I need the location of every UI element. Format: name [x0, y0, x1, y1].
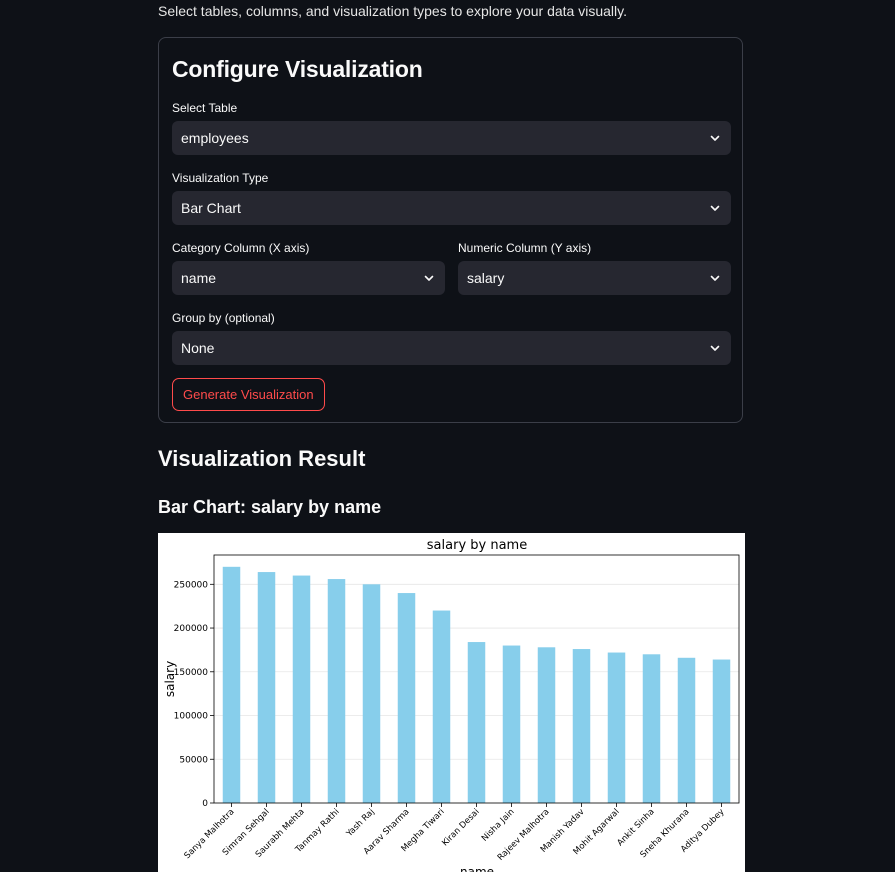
bar	[642, 654, 661, 803]
y-tick-label: 200000	[174, 624, 209, 634]
bar	[222, 566, 241, 803]
bar	[397, 593, 416, 803]
group-by-label: Group by (optional)	[172, 311, 275, 325]
numeric-column-value: salary	[467, 270, 505, 286]
bar	[292, 575, 311, 803]
category-column-dropdown[interactable]: name	[172, 261, 445, 295]
configure-visualization-card: Configure Visualization Select Table emp…	[158, 37, 743, 423]
bar	[432, 610, 451, 803]
category-column-label: Category Column (X axis)	[172, 241, 310, 255]
numeric-column-label: Numeric Column (Y axis)	[458, 241, 592, 255]
bar	[607, 652, 626, 803]
generate-visualization-button[interactable]: Generate Visualization	[172, 378, 325, 411]
visualization-type-value: Bar Chart	[181, 200, 241, 216]
visualization-type-dropdown[interactable]: Bar Chart	[172, 191, 731, 225]
select-table-value: employees	[181, 130, 249, 146]
page: Select tables, columns, and visualizatio…	[0, 0, 895, 872]
card-title: Configure Visualization	[172, 56, 423, 82]
bar	[677, 657, 696, 803]
y-tick-label: 100000	[174, 712, 209, 722]
select-table-dropdown[interactable]: employees	[172, 121, 731, 155]
y-tick-label: 50000	[179, 755, 208, 765]
category-column-value: name	[181, 270, 217, 286]
visualization-type-label: Visualization Type	[172, 171, 269, 185]
bar	[502, 645, 521, 803]
y-tick-label: 0	[202, 799, 208, 809]
bar-chart-image: salary by name 0 50000 100000 150000 200000 2…	[158, 533, 745, 872]
y-tick-label: 250000	[174, 580, 209, 590]
chart-y-axis-label: salary	[163, 661, 177, 697]
bar-chart: salary by name 0 50000 100000 150000 200000 2…	[158, 533, 745, 872]
visualization-result-title: Visualization Result	[158, 446, 366, 471]
chevron-down-icon	[422, 271, 436, 285]
bar	[537, 647, 556, 803]
chevron-down-icon	[708, 131, 722, 145]
bar	[327, 579, 346, 803]
chevron-down-icon	[708, 271, 722, 285]
group-by-dropdown[interactable]: None	[172, 331, 731, 365]
chevron-down-icon	[708, 201, 722, 215]
bar	[467, 642, 486, 803]
chart-title-text: salary by name	[427, 538, 527, 553]
numeric-column-dropdown[interactable]: salary	[458, 261, 731, 295]
group-by-value: None	[181, 340, 215, 356]
select-table-label: Select Table	[172, 101, 238, 115]
intro-text: Select tables, columns, and visualizatio…	[158, 3, 627, 19]
y-tick-label: 150000	[174, 668, 209, 678]
bar	[572, 649, 591, 803]
bar	[362, 584, 381, 803]
chart-heading: Bar Chart: salary by name	[158, 497, 382, 517]
bar	[257, 572, 276, 803]
chevron-down-icon	[708, 341, 722, 355]
chart-x-axis-label: name	[460, 865, 494, 872]
bar	[712, 659, 731, 803]
